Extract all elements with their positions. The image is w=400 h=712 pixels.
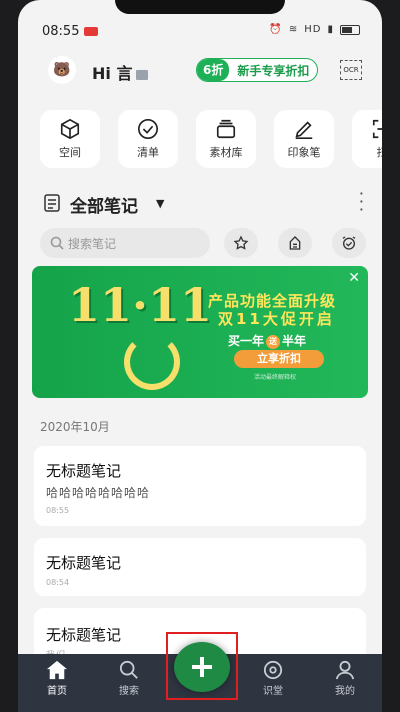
tab-search-label: 搜索: [119, 686, 139, 697]
scan-icon: [372, 119, 382, 139]
reminder-filter-button[interactable]: [332, 228, 366, 258]
promo-text: 新手专享折扣: [237, 63, 310, 78]
month-label: 2020年10月: [40, 420, 110, 434]
quick-scan-label: 扫: [377, 144, 383, 160]
status-bar: 08:55 ⏰ ≋ HD ▮: [18, 18, 382, 44]
banner-line3: 买一年送半年: [228, 334, 307, 349]
tag-icon: [289, 236, 301, 250]
banner-badge: 送: [266, 334, 281, 349]
badge-icon: [136, 69, 149, 80]
network-label: HD: [304, 24, 322, 35]
quick-pen-button[interactable]: 印象笔: [274, 110, 334, 168]
search-placeholder: 搜索笔记: [68, 237, 117, 251]
note-time: 08:54: [46, 578, 70, 587]
home-icon: [47, 660, 67, 680]
quick-material-label: 素材库: [209, 146, 243, 159]
stack-icon: [216, 119, 236, 139]
promo-discount: 6折: [197, 59, 230, 81]
chevron-down-icon[interactable]: ▼: [156, 197, 164, 210]
quick-scan-button[interactable]: 扫: [352, 110, 382, 168]
banner-fine-print: 活动最终解释权: [254, 374, 297, 381]
recording-indicator-icon: [84, 27, 98, 36]
note-card[interactable]: 无标题笔记 哈哈哈哈哈哈哈哈 08:55: [34, 446, 366, 526]
tab-home-label: 首页: [47, 686, 67, 697]
check-circle-icon: [138, 119, 158, 139]
note-time: 08:55: [46, 506, 70, 515]
top-bar: 🐻 Hi 言 6折 新手专享折扣 OCR: [18, 52, 382, 88]
status-right: ⏰ ≋ HD ▮: [269, 24, 360, 35]
tag-filter-button[interactable]: [278, 228, 312, 258]
tab-search[interactable]: 搜索: [104, 660, 154, 697]
note-snippet: 哈哈哈哈哈哈哈哈: [46, 486, 151, 500]
promo-discount-button[interactable]: 6折 新手专享折扣: [196, 58, 319, 82]
search-icon: [50, 236, 64, 250]
person-icon: [335, 660, 355, 680]
signal-icon: ▮: [327, 24, 334, 35]
alarm-clock-icon: [342, 236, 356, 250]
status-time: 08:55: [42, 24, 80, 39]
banner-line2: 双11大促开启: [218, 310, 335, 328]
quick-actions: 空间 清单 素材库 印象笔 扫: [40, 110, 382, 170]
cube-icon: [60, 118, 80, 140]
banner-big-text: 11·11: [68, 278, 213, 332]
battery-icon: [340, 24, 360, 35]
more-options-icon[interactable]: · · ·: [359, 186, 364, 218]
note-title: 无标题笔记: [46, 554, 122, 572]
camera-notch: [115, 0, 285, 14]
tab-profile[interactable]: 我的: [320, 660, 370, 697]
tab-discover[interactable]: 识堂: [248, 660, 298, 697]
compass-icon: [263, 660, 283, 680]
avatar[interactable]: 🐻: [48, 56, 76, 84]
note-title: 无标题笔记: [46, 462, 122, 480]
notes-header: 全部笔记 ▼ · · ·: [44, 186, 364, 218]
note-title: 无标题笔记: [46, 626, 122, 644]
tab-profile-label: 我的: [335, 686, 355, 697]
pen-icon: [295, 121, 313, 139]
star-filter-button[interactable]: [224, 228, 258, 258]
banner-ribbon-icon: [124, 334, 180, 390]
promo-banner[interactable]: 11·11 产品功能全面升级 双11大促开启 买一年送半年 立享折扣 活动最终解…: [32, 266, 368, 398]
highlight-box: [166, 632, 238, 700]
banner-cta-button[interactable]: 立享折扣: [234, 350, 324, 368]
tab-discover-label: 识堂: [263, 686, 283, 697]
search-input[interactable]: 搜索笔记: [40, 228, 210, 258]
ocr-scan-button[interactable]: OCR: [340, 60, 362, 80]
phone-screen: 08:55 ⏰ ≋ HD ▮ 🐻 Hi 言 6折 新手专享折扣 OCR 空间 清…: [18, 0, 382, 712]
greeting: Hi 言: [92, 60, 149, 84]
quick-space-label: 空间: [59, 146, 81, 159]
search-icon: [119, 660, 138, 679]
note-card[interactable]: 无标题笔记 08:54: [34, 538, 366, 596]
quick-pen-label: 印象笔: [287, 146, 321, 159]
notes-filter-title[interactable]: 全部笔记: [70, 192, 138, 217]
wifi-icon: ≋: [288, 24, 299, 35]
quick-material-button[interactable]: 素材库: [196, 110, 256, 168]
star-icon: [233, 235, 249, 250]
notebook-icon: [44, 194, 60, 212]
quick-space-button[interactable]: 空间: [40, 110, 100, 168]
tab-home[interactable]: 首页: [32, 660, 82, 697]
search-row: 搜索笔记: [40, 228, 370, 258]
quick-checklist-label: 清单: [137, 146, 159, 159]
close-icon[interactable]: ✕: [348, 270, 360, 286]
quick-checklist-button[interactable]: 清单: [118, 110, 178, 168]
alarm-icon: ⏰: [269, 24, 283, 35]
